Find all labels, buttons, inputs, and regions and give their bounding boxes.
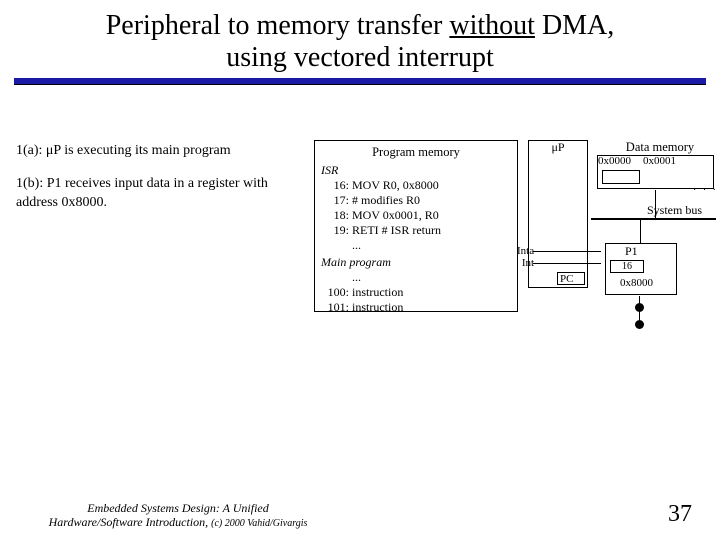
isr-dots: ... [321,238,511,253]
data-memory-addr1: 0x0001 [643,155,676,167]
isr-addr: 16: [321,178,349,193]
microprocessor-label: μP [530,140,586,155]
isr-instr: # modifies R0 [352,193,420,207]
program-memory-box: Program memory ISR 16:MOV R0, 0x8000 17:… [314,140,518,312]
footer-line2a: Hardware/Software Introduction, [49,515,212,529]
footer-line2b: (c) 2000 Vahid/Givargis [211,518,307,529]
slide-title: Peripheral to memory transfer without DM… [0,0,720,74]
main-instr: instruction [352,285,403,299]
isr-line: 19:RETI # ISR return [321,223,511,238]
peripheral-p1-address: 0x8000 [620,277,653,289]
data-memory-cell [602,170,640,184]
isr-addr: 18: [321,208,349,223]
int-wire [533,263,601,264]
main-instr: instruction [352,300,403,314]
inta-wire [533,251,601,252]
ellipsis: ... [352,238,361,252]
title-line2: using vectored interrupt [226,42,493,73]
isr-addr: 17: [321,193,349,208]
footer-citation: Embedded Systems Design: A Unified Hardw… [18,502,338,530]
caption-block: 1(a): μP is executing its main program 1… [16,142,296,223]
isr-label: ISR [321,163,511,178]
isr-listing: 16:MOV R0, 0x8000 17:# modifies R0 18:MO… [321,178,511,253]
data-memory-addr0: 0x0000 [598,155,631,167]
inta-label: Inta [517,245,534,257]
bus-to-p1-wire [640,219,641,243]
isr-line: 18:MOV 0x0001, R0 [321,208,511,223]
connection-dot-icon [635,320,644,329]
bus-to-dmem-wire [655,190,656,218]
caption-1b: 1(b): P1 receives input data in a regist… [16,175,296,213]
main-listing: ... 100:instruction 101:instruction [321,270,511,315]
isr-instr: MOV 0x0001, R0 [352,208,439,222]
program-memory-title: Program memory [321,145,511,161]
data-memory-dots: · · · [693,185,718,196]
data-memory-title: Data memory [610,140,710,155]
main-dots: ... [321,270,511,285]
footer-line1: Embedded Systems Design: A Unified [87,501,269,515]
main-addr: 100: [321,285,349,300]
caption-1a: 1(a): μP is executing its main program [16,142,296,161]
pc-label: PC [560,273,573,285]
page-number: 37 [668,501,692,528]
isr-instr: RETI # ISR return [352,223,441,237]
title-underline [14,78,706,85]
title-without: without [449,10,535,41]
system-bus-line [591,218,716,220]
title-line1-a: Peripheral to memory transfer [106,10,450,41]
interrupt-labels: Inta Int [517,245,534,269]
peripheral-p1-label: P1 [625,244,638,259]
main-line: 100:instruction [321,285,511,300]
isr-instr: MOV R0, 0x8000 [352,178,439,192]
ellipsis: ... [352,270,361,284]
microprocessor-box [528,140,588,288]
isr-addr: 19: [321,223,349,238]
peripheral-p1-register: 16 [610,260,644,273]
isr-line: 16:MOV R0, 0x8000 [321,178,511,193]
title-line1-b: DMA, [535,10,614,41]
isr-line: 17:# modifies R0 [321,193,511,208]
int-label: Int [517,257,534,269]
main-addr: 101: [321,300,349,315]
main-line: 101:instruction [321,300,511,315]
main-program-label: Main program [321,255,511,270]
